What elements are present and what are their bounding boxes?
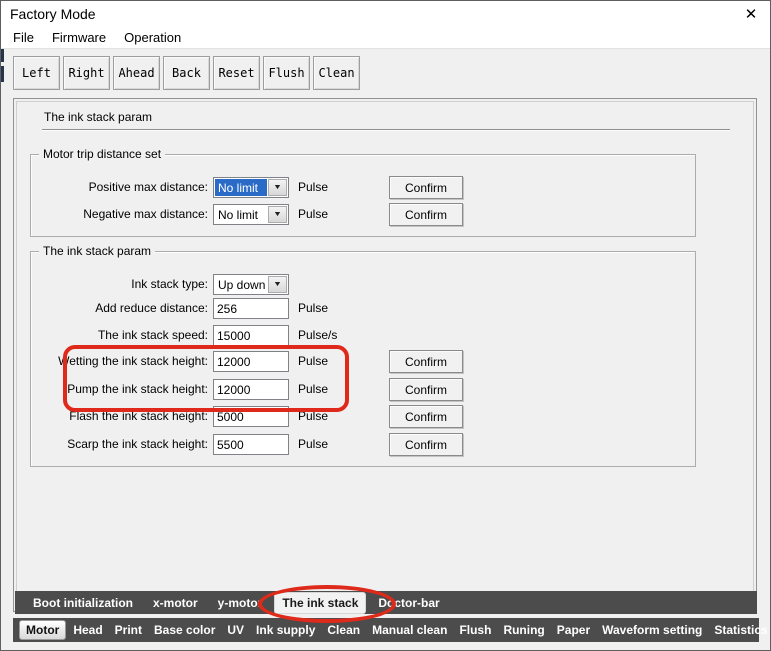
menu-bar: File Firmware Operation (1, 28, 770, 48)
window-title: Factory Mode (10, 6, 96, 22)
tab-x-motor[interactable]: x-motor (143, 596, 208, 610)
scarp-height-unit: Pulse (298, 437, 328, 451)
ink-stack-type-value: Up down (215, 276, 267, 293)
tab-the-ink-stack-label: The ink stack (282, 596, 358, 610)
dropdown-button[interactable]: ▼ (268, 206, 287, 223)
title-bar: Factory Mode ✕ (1, 1, 770, 28)
flash-height-label: Flash the ink stack height: (41, 409, 208, 423)
wetting-height-confirm-button[interactable]: Confirm (389, 350, 463, 373)
page-heading: The ink stack param (42, 110, 730, 131)
negative-max-distance-value: No limit (215, 206, 267, 223)
ink-stack-param-group: The ink stack param Ink stack type: Up d… (30, 251, 696, 467)
pump-height-confirm-button[interactable]: Confirm (389, 378, 463, 401)
positive-max-distance-value: No limit (215, 179, 267, 196)
tab-base-color[interactable]: Base color (148, 623, 221, 637)
ahead-button[interactable]: Ahead (113, 56, 160, 90)
sub-tab-bar: Boot initialization x-motor y-motor The … (15, 591, 757, 614)
tab-y-motor[interactable]: y-motor (208, 596, 273, 610)
chevron-down-icon: ▼ (273, 281, 282, 288)
page-heading-label: The ink stack param (42, 110, 730, 124)
positive-max-distance-select[interactable]: No limit ▼ (213, 177, 289, 198)
close-icon[interactable]: ✕ (740, 4, 762, 26)
scarp-height-confirm-button[interactable]: Confirm (389, 433, 463, 456)
negative-max-distance-label: Negative max distance: (41, 207, 208, 221)
toolbar: Left Right Ahead Back Reset Flush Clean (1, 48, 770, 99)
menu-firmware[interactable]: Firmware (43, 28, 115, 48)
flush-button[interactable]: Flush (263, 56, 310, 90)
heading-separator (42, 129, 730, 131)
chevron-down-icon: ▼ (273, 184, 282, 191)
clean-button[interactable]: Clean (313, 56, 360, 90)
add-reduce-distance-unit: Pulse (298, 301, 328, 315)
tab-head[interactable]: Head (67, 623, 108, 637)
chevron-down-icon: ▼ (273, 211, 282, 218)
positive-max-distance-unit: Pulse (298, 180, 328, 194)
wetting-height-input[interactable] (213, 351, 289, 372)
ink-stack-speed-unit: Pulse/s (298, 328, 337, 342)
menu-file[interactable]: File (4, 28, 43, 48)
scarp-height-label: Scarp the ink stack height: (41, 437, 208, 451)
reset-button[interactable]: Reset (213, 56, 260, 90)
flash-height-confirm-button[interactable]: Confirm (389, 405, 463, 428)
tab-motor[interactable]: Motor (19, 620, 66, 640)
ink-stack-type-label: Ink stack type: (41, 277, 208, 291)
motor-trip-group-title: Motor trip distance set (39, 147, 165, 161)
wetting-height-unit: Pulse (298, 354, 328, 368)
tab-ink-supply[interactable]: Ink supply (250, 623, 321, 637)
main-tab-bar: Motor Head Print Base color UV Ink suppl… (13, 618, 759, 642)
add-reduce-distance-label: Add reduce distance: (41, 301, 208, 315)
tab-flush[interactable]: Flush (453, 623, 497, 637)
ink-stack-speed-label: The ink stack speed: (41, 328, 208, 342)
left-button[interactable]: Left (13, 56, 60, 90)
right-button[interactable]: Right (63, 56, 110, 90)
negative-max-distance-confirm-button[interactable]: Confirm (389, 203, 463, 226)
ink-stack-group-title: The ink stack param (39, 244, 155, 258)
tab-print[interactable]: Print (109, 623, 148, 637)
tab-the-ink-stack[interactable]: The ink stack (275, 593, 365, 613)
negative-max-distance-select[interactable]: No limit ▼ (213, 204, 289, 225)
wetting-height-label: Wetting the ink stack height: (41, 354, 208, 368)
tab-uv[interactable]: UV (221, 623, 250, 637)
scarp-height-input[interactable] (213, 434, 289, 455)
ink-stack-type-select[interactable]: Up down ▼ (213, 274, 289, 295)
tab-paper[interactable]: Paper (551, 623, 596, 637)
positive-max-distance-confirm-button[interactable]: Confirm (389, 176, 463, 199)
toolbar-grip (1, 49, 4, 62)
ink-stack-speed-input[interactable] (213, 325, 289, 346)
negative-max-distance-unit: Pulse (298, 207, 328, 221)
positive-max-distance-label: Positive max distance: (41, 180, 208, 194)
dropdown-button[interactable]: ▼ (268, 179, 287, 196)
tab-waveform-setting[interactable]: Waveform setting (596, 623, 708, 637)
tab-boot-initialization[interactable]: Boot initialization (23, 596, 143, 610)
flash-height-input[interactable] (213, 406, 289, 427)
add-reduce-distance-input[interactable] (213, 298, 289, 319)
tab-clean[interactable]: Clean (321, 623, 366, 637)
pump-height-unit: Pulse (298, 382, 328, 396)
dropdown-button[interactable]: ▼ (268, 276, 287, 293)
tab-manual-clean[interactable]: Manual clean (366, 623, 453, 637)
back-button[interactable]: Back (163, 56, 210, 90)
pump-height-input[interactable] (213, 379, 289, 400)
tab-doctor-bar[interactable]: Doctor-bar (368, 596, 449, 610)
tab-runing[interactable]: Runing (497, 623, 550, 637)
flash-height-unit: Pulse (298, 409, 328, 423)
motor-trip-distance-group: Motor trip distance set Positive max dis… (30, 154, 696, 237)
factory-mode-window: Factory Mode ✕ File Firmware Operation L… (0, 0, 771, 651)
toolbar-grip (1, 66, 4, 82)
tab-statistics[interactable]: Statistics (708, 623, 771, 637)
pump-height-label: Pump the ink stack height: (41, 382, 208, 396)
menu-operation[interactable]: Operation (115, 28, 190, 48)
ink-stack-tab-page: The ink stack param Motor trip distance … (13, 98, 757, 612)
